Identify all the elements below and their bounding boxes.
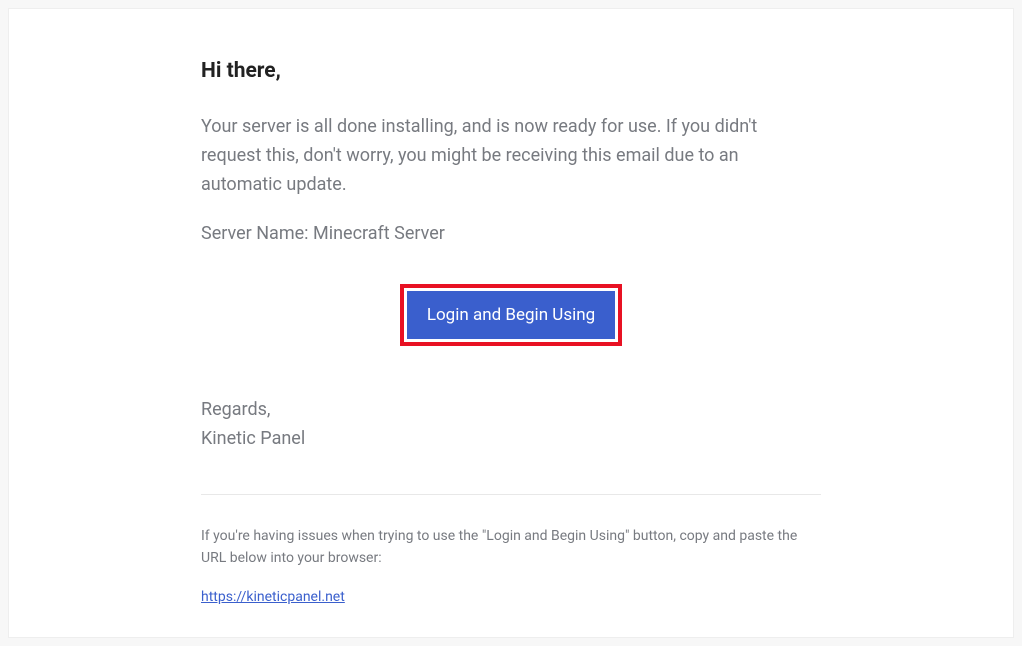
footer-url-link[interactable]: https://kineticpanel.net bbox=[201, 589, 345, 605]
signoff: Regards, Kinetic Panel bbox=[201, 396, 821, 454]
login-button[interactable]: Login and Begin Using bbox=[407, 291, 615, 339]
divider bbox=[201, 494, 821, 495]
button-wrapper: Login and Begin Using bbox=[201, 284, 821, 346]
signoff-regards: Regards, bbox=[201, 399, 270, 420]
email-container: Hi there, Your server is all done instal… bbox=[8, 8, 1014, 638]
highlight-box: Login and Begin Using bbox=[400, 284, 622, 346]
footer-help-text: If you're having issues when trying to u… bbox=[201, 525, 821, 570]
signoff-name: Kinetic Panel bbox=[201, 428, 305, 449]
server-name-text: Server Name: Minecraft Server bbox=[201, 223, 821, 244]
body-text: Your server is all done installing, and … bbox=[201, 113, 821, 199]
greeting-heading: Hi there, bbox=[201, 59, 821, 83]
email-inner: Hi there, Your server is all done instal… bbox=[201, 59, 821, 605]
